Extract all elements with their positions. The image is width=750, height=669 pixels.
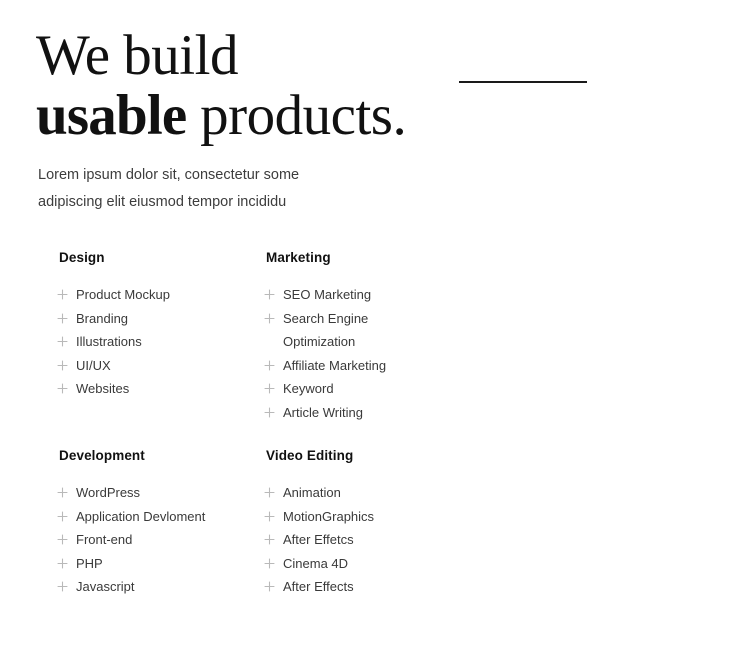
page-root: We build usable products. Lorem ipsum do… (0, 0, 750, 669)
service-label: Keyword (283, 381, 334, 396)
intro-paragraph: Lorem ipsum dolor sit, consectetur some … (38, 162, 368, 216)
plus-icon (264, 505, 275, 529)
plus-icon (264, 552, 275, 576)
service-group-row-bottom: Development WordPress Application Devlom… (57, 448, 677, 599)
service-rows-gap (57, 424, 677, 448)
list-item[interactable]: Article Writing (264, 401, 471, 425)
list-item[interactable]: UI/UX (57, 354, 264, 378)
service-label: PHP (76, 555, 103, 571)
service-label: UI/UX (76, 357, 111, 373)
service-group-development: Development WordPress Application Devlom… (57, 448, 264, 599)
plus-icon (57, 575, 68, 599)
list-item[interactable]: Front-end (57, 528, 264, 552)
list-item[interactable]: Keyword (264, 377, 471, 401)
plus-icon (264, 283, 275, 307)
service-label: Application Devloment (76, 508, 206, 524)
service-list-design: Product Mockup Branding Illustrations UI… (57, 283, 264, 401)
list-item[interactable]: Animation (264, 481, 471, 505)
list-item[interactable]: Illustrations (57, 330, 264, 354)
service-group-title: Design (59, 250, 105, 265)
service-label: Illustrations (76, 334, 142, 349)
list-item[interactable]: MotionGraphics (264, 505, 471, 529)
service-group-title: Marketing (266, 250, 331, 265)
service-label: After Effetcs (283, 532, 354, 547)
plus-icon (264, 481, 275, 505)
service-list-development: WordPress Application Devloment Front-en… (57, 481, 264, 599)
headline-emphasis: usable (36, 84, 187, 147)
service-label: Javascript (76, 579, 135, 594)
service-label: Affiliate Marketing (283, 357, 387, 373)
plus-icon (57, 330, 68, 354)
plus-icon (57, 481, 68, 505)
list-item[interactable]: After Effetcs (264, 528, 471, 552)
header-divider-rule (459, 81, 587, 83)
service-group-title: Development (59, 448, 145, 463)
service-group-row-top: Design Product Mockup Branding Illustrat… (57, 250, 677, 424)
intro-line-2: adipiscing elit eiusmod tempor incididu (38, 194, 287, 210)
service-label: Optimization (283, 334, 356, 349)
service-label: After Effects (283, 579, 354, 594)
service-list-video-editing: Animation MotionGraphics After Effetcs C… (264, 481, 471, 599)
plus-icon (264, 377, 275, 401)
headline-line-2: usable products. (36, 87, 716, 144)
list-item[interactable]: PHP (57, 552, 264, 576)
list-item[interactable]: Affiliate Marketing (264, 354, 471, 378)
list-item[interactable]: Application Devloment (57, 505, 264, 529)
service-label: Websites (76, 381, 130, 396)
plus-icon (57, 505, 68, 529)
service-group-title: Video Editing (266, 448, 354, 463)
plus-icon (264, 307, 275, 331)
plus-icon (57, 528, 68, 552)
plus-icon (264, 528, 275, 552)
list-item[interactable]: Branding (57, 307, 264, 331)
plus-icon (57, 552, 68, 576)
plus-icon (264, 354, 275, 378)
service-label: MotionGraphics (283, 508, 375, 524)
plus-icon (57, 354, 68, 378)
list-item[interactable]: Cinema 4D (264, 552, 471, 576)
service-group-marketing: Marketing SEO Marketing Search Engine Op… (264, 250, 471, 424)
service-label: WordPress (76, 485, 141, 500)
intro-line-1: Lorem ipsum dolor sit, consectetur some (38, 167, 300, 183)
list-item[interactable]: WordPress (57, 481, 264, 505)
service-label: Front-end (76, 532, 133, 547)
list-item[interactable]: Product Mockup (57, 283, 264, 307)
plus-icon (57, 377, 68, 401)
service-label: Cinema 4D (283, 555, 349, 571)
service-label: SEO Marketing (283, 287, 372, 302)
headline-line-2-rest: products. (186, 84, 407, 147)
list-item[interactable]: Websites (57, 377, 264, 401)
service-label: Product Mockup (76, 287, 170, 302)
service-label: Branding (76, 310, 129, 326)
service-group-video-editing: Video Editing Animation MotionGraphics A… (264, 448, 471, 599)
list-item[interactable]: After Effects (264, 575, 471, 599)
list-item[interactable]: SEO Marketing (264, 283, 471, 307)
hero-section: We build usable products. (36, 24, 716, 144)
plus-icon (57, 283, 68, 307)
service-list-marketing: SEO Marketing Search Engine Optimization… (264, 283, 471, 424)
service-label: Search Engine (283, 310, 369, 326)
service-label: Animation (283, 485, 341, 500)
service-groups: Design Product Mockup Branding Illustrat… (57, 250, 677, 599)
plus-icon (264, 575, 275, 599)
page-title: We build usable products. (36, 24, 716, 144)
list-item[interactable]: Search Engine (264, 307, 471, 331)
headline-line-1: We build (36, 24, 238, 87)
service-group-design: Design Product Mockup Branding Illustrat… (57, 250, 264, 401)
plus-icon (264, 401, 275, 425)
list-item[interactable]: Javascript (57, 575, 264, 599)
plus-icon (57, 307, 68, 331)
list-item-continuation[interactable]: Optimization (264, 330, 471, 354)
service-label: Article Writing (283, 404, 363, 420)
